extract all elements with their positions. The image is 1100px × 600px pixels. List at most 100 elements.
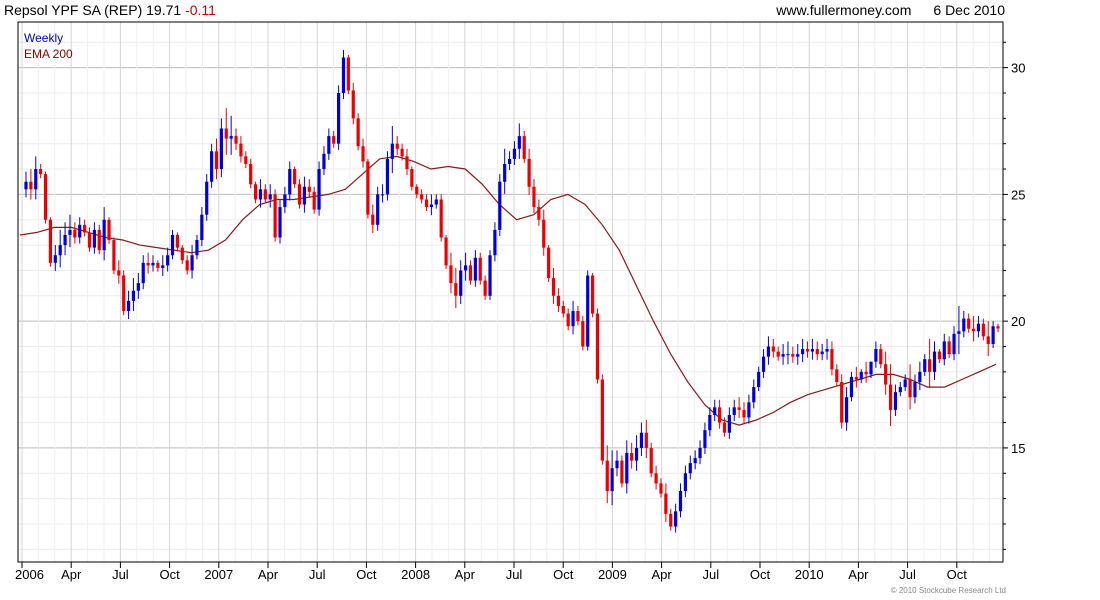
ema-line-group <box>19 155 997 426</box>
x-tick-label: Apr <box>61 567 82 582</box>
candle-body <box>263 189 267 200</box>
candle-body <box>136 283 140 291</box>
candle-body <box>713 407 717 415</box>
candle-body <box>400 148 404 157</box>
candle-body <box>273 194 277 238</box>
candle-body <box>703 430 707 448</box>
x-tick-label: Oct <box>947 567 968 582</box>
candle-body <box>210 151 214 182</box>
x-tick-label: 2009 <box>598 567 627 582</box>
candle-body <box>576 311 580 322</box>
candle-body <box>175 234 180 248</box>
candle-body <box>805 349 810 352</box>
candle-body <box>571 311 575 327</box>
candle-body <box>717 407 722 423</box>
candle-body <box>249 163 253 185</box>
candle-body <box>952 333 956 355</box>
candle-body <box>146 262 150 266</box>
candle-body <box>405 156 409 170</box>
candle-body <box>517 136 521 149</box>
x-tick-label: Jul <box>506 567 523 582</box>
candle-body <box>141 262 145 284</box>
candle-body <box>962 318 966 332</box>
candle-body <box>302 186 307 205</box>
x-axis-ticks: 2006 Apr Jul Oct 2007 Apr Jul Oct 2008 Apr Jul Oct 2… <box>15 562 967 582</box>
candle-body <box>58 245 62 256</box>
candle-body <box>327 136 331 154</box>
candle-body <box>649 447 653 474</box>
candle-body <box>107 219 111 241</box>
candle-body <box>43 174 48 220</box>
candle-body <box>366 161 370 215</box>
candle-body <box>893 392 898 410</box>
candle-body <box>854 376 858 380</box>
candle-body <box>913 382 917 398</box>
candle-body <box>630 452 634 461</box>
candle-body <box>791 354 795 357</box>
candle-body <box>976 323 981 332</box>
copyright-notice: © 2010 Stockcube Research Ltd <box>890 586 1006 595</box>
candle-body <box>288 169 292 195</box>
candle-body <box>390 143 394 159</box>
candle-body <box>742 409 746 418</box>
candle-body <box>820 351 824 355</box>
candle-body <box>371 214 375 225</box>
legend-weekly: Weekly <box>24 31 64 45</box>
candle-body <box>449 265 453 284</box>
candle-body <box>356 118 360 147</box>
candle-body <box>122 275 126 312</box>
candle-body <box>351 90 355 119</box>
candle-body <box>83 224 87 233</box>
candle-body <box>532 186 536 208</box>
candle-body <box>590 275 595 314</box>
candle-body <box>239 143 243 157</box>
candle-body <box>87 232 92 248</box>
candle-body <box>112 240 116 271</box>
candle-body <box>561 305 565 314</box>
legend-ema-200: EMA 200 <box>24 47 73 61</box>
candle-body <box>493 229 497 256</box>
candle-body <box>659 483 663 494</box>
candle-body <box>810 349 814 352</box>
candle-body <box>268 194 272 200</box>
candle-body <box>102 219 106 251</box>
x-tick-label: Apr <box>258 567 279 582</box>
x-tick-label: Jul <box>702 567 719 582</box>
candle-body <box>967 318 971 329</box>
x-tick-label: Jul <box>309 567 326 582</box>
candle-body <box>503 163 507 182</box>
candle-body <box>888 384 893 410</box>
candle-body <box>385 158 390 195</box>
x-tick-label: 2007 <box>204 567 233 582</box>
candle-body <box>840 382 844 423</box>
candle-body <box>669 513 673 527</box>
candle-body <box>97 229 101 251</box>
candle-body <box>478 257 482 281</box>
candle-body <box>376 194 380 225</box>
candle-body <box>971 328 976 332</box>
candle-body <box>380 194 385 196</box>
candle-body <box>864 371 868 375</box>
candle-body <box>634 447 639 461</box>
candle-body <box>654 473 658 484</box>
candle-body <box>908 379 912 398</box>
candle-body <box>126 300 131 312</box>
y-tick-label: 20 <box>1011 314 1025 329</box>
candle-body <box>459 270 463 296</box>
candle-body <box>170 234 175 256</box>
chart-legend: Weekly EMA 200 <box>24 30 73 62</box>
x-tick-label: Jul <box>899 567 916 582</box>
candle-body <box>117 270 121 276</box>
candle-body <box>547 247 551 279</box>
candle-body <box>771 346 775 352</box>
candle-body <box>166 255 170 266</box>
candle-body <box>644 432 648 448</box>
candle-body <box>542 219 546 248</box>
plot-frame <box>17 21 1004 563</box>
candle-body <box>600 379 604 461</box>
chart-grid <box>18 22 1003 562</box>
candle-body <box>698 447 702 459</box>
candle-body <box>224 128 228 139</box>
x-tick-label: Apr <box>455 567 476 582</box>
candle-body <box>512 148 517 159</box>
